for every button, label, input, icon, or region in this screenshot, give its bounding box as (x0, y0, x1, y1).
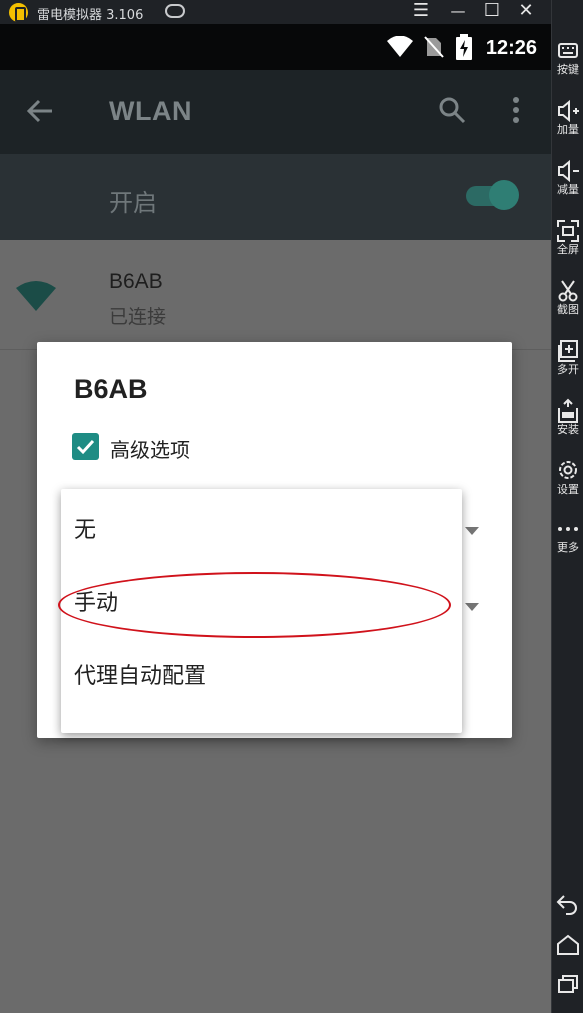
wifi-strength-icon (16, 281, 56, 311)
highlight-annotation (58, 572, 451, 638)
toolbar-volume-down-button[interactable]: 减量 (552, 158, 583, 196)
page-title: WLAN (109, 96, 192, 126)
no-sim-icon (424, 36, 444, 58)
app-bar: WLAN (0, 70, 551, 154)
maximize-button[interactable]: ☐ (480, 0, 504, 24)
gear-icon (559, 461, 577, 479)
emulator-window: 雷电模拟器 3.106 ☰ — ☐ ✕ 按键 加量 减量 全屏 截图 多开 安装… (0, 0, 583, 1013)
fullscreen-icon (557, 220, 579, 242)
wifi-network-row[interactable]: B6AB 已连接 (0, 240, 551, 350)
keyboard-icon (558, 43, 578, 58)
checkmark-icon (76, 439, 95, 455)
toolbar-label: 全屏 (557, 243, 579, 256)
toolbar-screenshot-button[interactable]: 截图 (552, 278, 583, 316)
toolbar-fullscreen-button[interactable]: 全屏 (552, 218, 583, 256)
advanced-options-label[interactable]: 高级选项 (110, 434, 190, 463)
wlan-master-switch-row[interactable]: 开启 (0, 154, 551, 240)
volume-up-icon (558, 99, 579, 123)
toolbar-multi-instance-button[interactable]: 多开 (552, 338, 583, 376)
toolbar-install-button[interactable]: 安装 (552, 398, 583, 436)
ldplayer-logo-icon (9, 3, 28, 22)
toolbar-label: 安装 (557, 423, 579, 436)
dialog-title: B6AB (74, 374, 148, 404)
toolbar-label: 设置 (557, 483, 579, 496)
volume-down-icon (558, 159, 579, 183)
toolbar-label: 加量 (557, 123, 579, 136)
proxy-option-pac[interactable]: 代理自动配置 (61, 635, 462, 707)
network-status: 已连接 (109, 306, 167, 328)
gamepad-icon[interactable] (165, 4, 185, 18)
status-bar: 12:26 (0, 24, 551, 70)
proxy-spinner-arrow-icon[interactable] (465, 527, 479, 535)
overflow-menu-icon[interactable] (508, 96, 524, 124)
close-button[interactable]: ✕ (514, 0, 538, 24)
apk-install-icon (558, 398, 578, 423)
proxy-option-label: 无 (74, 518, 97, 543)
proxy-option-label: 代理自动配置 (74, 664, 207, 689)
network-name: B6AB (109, 270, 163, 293)
scissors-icon (558, 280, 578, 302)
toggle-thumb[interactable] (489, 180, 519, 210)
multi-instance-icon (558, 340, 578, 362)
status-time: 12:26 (485, 37, 537, 59)
master-switch-label: 开启 (109, 189, 157, 217)
minimize-button[interactable]: — (446, 0, 470, 24)
toolbar-label: 截图 (557, 303, 579, 316)
wifi-signal-icon (387, 36, 413, 57)
toolbar-label: 更多 (557, 541, 579, 554)
advanced-options-checkbox[interactable] (72, 433, 99, 460)
back-icon[interactable] (552, 890, 583, 918)
ip-settings-spinner-arrow-icon[interactable] (465, 603, 479, 611)
battery-charging-icon (456, 34, 472, 60)
toolbar-volume-up-button[interactable]: 加量 (552, 98, 583, 136)
menu-button[interactable]: ☰ (409, 0, 433, 24)
emulator-titlebar: 雷电模拟器 3.106 ☰ — ☐ ✕ (0, 0, 551, 24)
search-icon[interactable] (438, 96, 466, 124)
emulator-title: 雷电模拟器 3.106 (37, 8, 144, 23)
toolbar-keymap-button[interactable]: 按键 (552, 38, 583, 76)
emulator-toolbar: 按键 加量 减量 全屏 截图 多开 安装 设置 更多 (551, 0, 583, 1013)
toolbar-settings-button[interactable]: 设置 (552, 458, 583, 496)
toolbar-more-button[interactable]: 更多 (552, 516, 583, 554)
back-arrow-icon[interactable] (26, 97, 54, 125)
toolbar-label: 多开 (557, 363, 579, 376)
more-dots-icon (558, 527, 578, 531)
toolbar-label: 按键 (557, 63, 579, 76)
proxy-option-none[interactable]: 无 (61, 489, 462, 561)
toolbar-label: 减量 (557, 183, 579, 196)
home-icon[interactable] (552, 932, 583, 960)
recent-apps-icon[interactable] (552, 970, 583, 998)
